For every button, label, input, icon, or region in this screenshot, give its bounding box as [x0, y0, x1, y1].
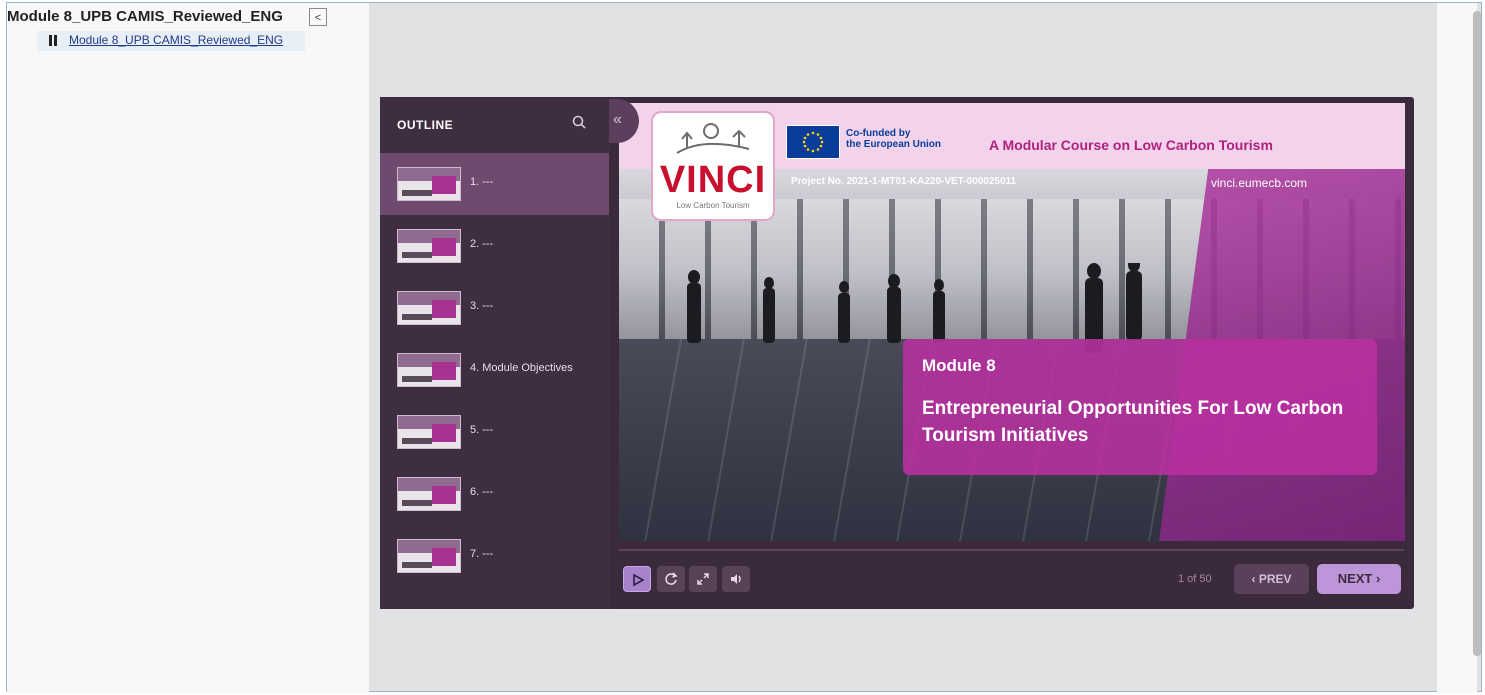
outline-item-label: 1. ---	[470, 176, 494, 188]
outline-item-label: 6. ---	[470, 486, 494, 498]
fullscreen-button[interactable]	[689, 566, 717, 592]
slide-canvas: VINCI Low Carbon Tourism Co-funded by th…	[619, 103, 1405, 541]
module-title-card: Module 8 Entrepreneurial Opportunities F…	[903, 339, 1377, 475]
slide-thumbnail	[397, 291, 461, 325]
outline-item-2[interactable]: 2. ---	[380, 215, 609, 277]
play-button[interactable]	[623, 566, 651, 592]
course-player: OUTLINE 1. --- 2. --- 3. --- 4. Module O…	[380, 97, 1414, 609]
outline-item-label: 2. ---	[470, 238, 494, 250]
outline-item-label: 7. ---	[470, 548, 494, 560]
window-title: Module 8_UPB CAMIS_Reviewed_ENG	[7, 8, 283, 25]
cofunded-text: Co-funded by the European Union	[846, 128, 941, 150]
prev-label: PREV	[1258, 572, 1292, 586]
eu-flag-icon	[786, 125, 840, 159]
player-controls: 1 of 50 ‹ PREV NEXT ›	[609, 549, 1414, 609]
outline-item-4[interactable]: 4. Module Objectives	[380, 339, 609, 401]
slide-thumbnail	[397, 229, 461, 263]
pause-icon-bar	[54, 34, 57, 46]
outline-item-5[interactable]: 5. ---	[380, 401, 609, 463]
slide-thumbnail	[397, 167, 461, 201]
outline-item-1[interactable]: 1. ---	[380, 153, 609, 215]
outline-item-label: 5. ---	[470, 424, 494, 436]
vertical-scrollbar[interactable]	[1473, 11, 1481, 656]
outline-item-label: 4. Module Objectives	[470, 362, 573, 374]
logo-text: VINCI	[659, 159, 767, 201]
course-title: A Modular Course on Low Carbon Tourism	[989, 137, 1273, 153]
slide-counter: 1 of 50	[1178, 573, 1212, 585]
cofunded-line-2: the European Union	[846, 139, 941, 150]
tree-item-module[interactable]: Module 8_UPB CAMIS_Reviewed_ENG	[49, 33, 283, 47]
next-label: NEXT	[1337, 571, 1373, 586]
tree-item-label[interactable]: Module 8_UPB CAMIS_Reviewed_ENG	[69, 33, 283, 47]
outline-item-6[interactable]: 6. ---	[380, 463, 609, 525]
prev-button[interactable]: ‹ PREV	[1234, 564, 1309, 594]
left-pane: Module 8_UPB CAMIS_Reviewed_ENG < Module…	[7, 3, 369, 693]
fullscreen-icon	[697, 573, 709, 585]
project-number: Project No. 2021-1-MT01-KA220-VET-000025…	[791, 176, 1017, 187]
play-icon	[633, 573, 645, 587]
slide-thumbnail	[397, 477, 461, 511]
website-url: vinci.eumecb.com	[1211, 176, 1308, 190]
volume-icon	[731, 574, 741, 584]
chevron-left-icon: ‹	[1251, 572, 1259, 586]
collapse-panel-button[interactable]: <	[309, 8, 327, 26]
outline-sidebar: OUTLINE 1. --- 2. --- 3. --- 4. Module O…	[380, 97, 609, 609]
outline-item-7[interactable]: 7. ---	[380, 525, 609, 587]
next-button[interactable]: NEXT ›	[1317, 564, 1401, 594]
mountain-icon	[676, 123, 750, 154]
replay-icon	[665, 572, 678, 585]
outline-item-3[interactable]: 3. ---	[380, 277, 609, 339]
outline-item-label: 3. ---	[470, 300, 494, 312]
slide-thumbnail	[397, 415, 461, 449]
search-icon[interactable]	[572, 115, 586, 129]
replay-button[interactable]	[657, 566, 685, 592]
volume-button[interactable]	[722, 566, 750, 592]
slide-thumbnail	[397, 353, 461, 387]
vinci-logo: VINCI Low Carbon Tourism	[651, 111, 775, 221]
logo-subtitle: Low Carbon Tourism	[676, 201, 750, 210]
progress-track[interactable]	[619, 549, 1404, 551]
slide-thumbnail	[397, 539, 461, 573]
chevron-right-icon: ›	[1372, 571, 1381, 586]
outline-heading: OUTLINE	[397, 118, 454, 132]
cofunded-line-1: Co-funded by	[846, 128, 911, 139]
right-pane	[1437, 3, 1477, 693]
module-number: Module 8	[922, 356, 996, 375]
module-title: Entrepreneurial Opportunities For Low Ca…	[922, 398, 1344, 446]
pause-icon	[49, 34, 52, 46]
